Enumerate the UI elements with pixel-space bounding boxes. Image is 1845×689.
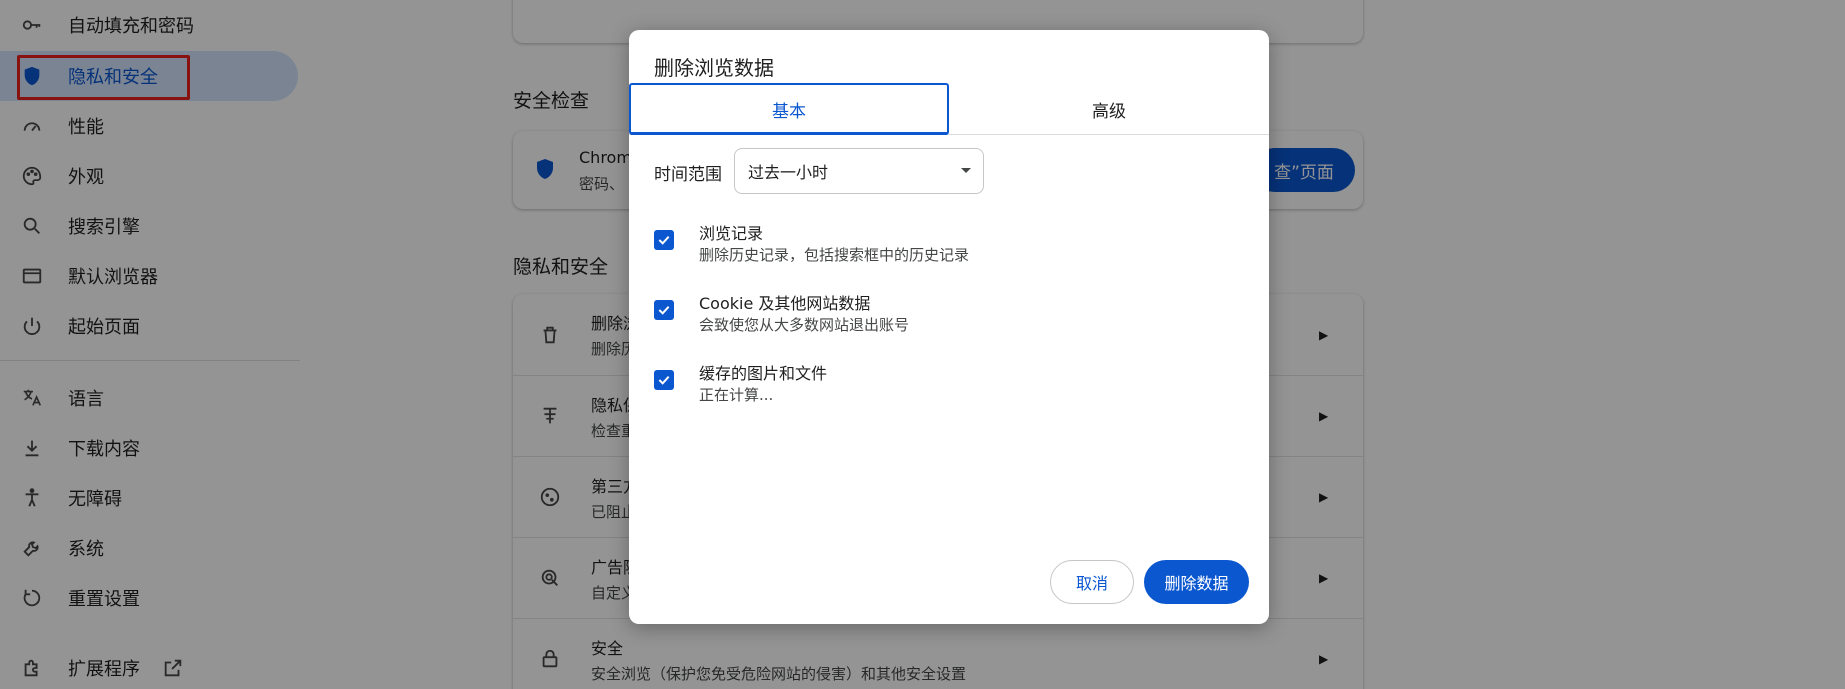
checkbox-cached-files[interactable] xyxy=(654,370,674,390)
time-range-select[interactable]: 过去一小时 xyxy=(734,148,984,194)
checkmark-icon xyxy=(658,305,670,315)
option-title: 缓存的图片和文件 xyxy=(699,364,828,383)
checkbox-cookies[interactable] xyxy=(654,300,674,320)
option-subtitle: 删除历史记录，包括搜索框中的历史记录 xyxy=(699,246,970,264)
time-range-value: 过去一小时 xyxy=(748,163,829,182)
clear-browsing-data-dialog: 删除浏览数据 基本 高级 时间范围 过去一小时 浏览记录 删除历史记录，包括搜索… xyxy=(629,30,1269,624)
dropdown-caret-icon xyxy=(961,168,971,173)
checkmark-icon xyxy=(658,235,670,245)
settings-page: 自动填充和密码 隐私和安全 性能 外观 搜索引擎 默认浏览器 起始页面 语言 下… xyxy=(0,0,1845,689)
option-title: Cookie 及其他网站数据 xyxy=(699,294,871,313)
cancel-button[interactable]: 取消 xyxy=(1050,560,1134,604)
tab-basic[interactable]: 基本 xyxy=(629,83,949,135)
option-cookies: Cookie 及其他网站数据 会致使您从大多数网站退出账号 xyxy=(654,290,1254,340)
delete-data-button[interactable]: 删除数据 xyxy=(1144,560,1249,604)
option-title: 浏览记录 xyxy=(699,224,764,243)
checkbox-browsing-history[interactable] xyxy=(654,230,674,250)
tab-advanced[interactable]: 高级 xyxy=(949,83,1269,135)
option-subtitle: 正在计算... xyxy=(699,386,774,404)
option-browsing-history: 浏览记录 删除历史记录，包括搜索框中的历史记录 xyxy=(654,220,1254,270)
option-cached-files: 缓存的图片和文件 正在计算... xyxy=(654,360,1254,410)
time-range-label: 时间范围 xyxy=(654,165,722,185)
dialog-tabs: 基本 高级 xyxy=(629,83,1269,135)
option-subtitle: 会致使您从大多数网站退出账号 xyxy=(699,316,910,334)
dialog-title: 删除浏览数据 xyxy=(654,56,774,80)
checkmark-icon xyxy=(658,375,670,385)
